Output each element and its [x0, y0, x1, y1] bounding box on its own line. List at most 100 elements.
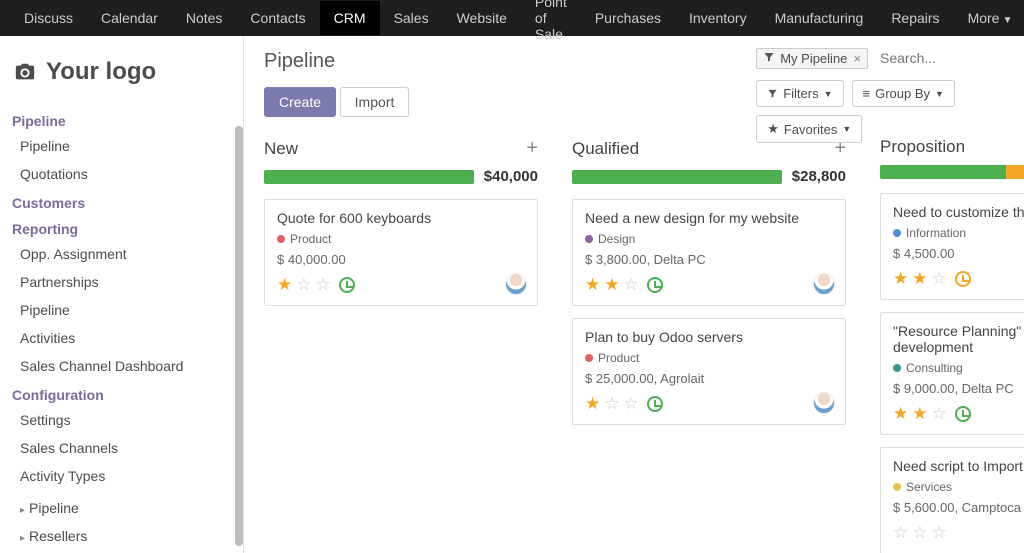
- avatar[interactable]: [813, 392, 835, 414]
- nav-discuss[interactable]: Discuss: [10, 1, 87, 35]
- priority-star[interactable]: ☆: [932, 523, 947, 543]
- priority-star[interactable]: ★: [585, 394, 600, 414]
- sidebar-item-quotations[interactable]: Quotations: [10, 160, 234, 188]
- activity-clock-icon[interactable]: [955, 271, 971, 287]
- tag-label: Product: [290, 232, 331, 246]
- sidebar-header-pipeline[interactable]: Pipeline: [10, 110, 234, 132]
- filters-button[interactable]: Filters ▼: [756, 80, 843, 107]
- sidebar-header-customers[interactable]: Customers: [10, 192, 234, 214]
- sidebar-item-activities[interactable]: Activities: [10, 324, 234, 352]
- activity-clock-icon[interactable]: [955, 406, 971, 422]
- nav-repairs[interactable]: Repairs: [877, 1, 953, 35]
- column-total: $40,000: [484, 168, 538, 185]
- sidebar-item-resellers[interactable]: Resellers: [10, 522, 234, 550]
- sidebar-item-settings[interactable]: Settings: [10, 406, 234, 434]
- groupby-button[interactable]: ≡ Group By ▼: [852, 80, 955, 107]
- create-button[interactable]: Create: [264, 87, 336, 117]
- card-title: Need to customize the: [893, 204, 1024, 220]
- close-icon[interactable]: ×: [853, 51, 861, 66]
- tag-label: Product: [598, 351, 639, 365]
- funnel-icon: [767, 88, 778, 99]
- sidebar-header-configuration[interactable]: Configuration: [10, 384, 234, 406]
- kanban-card[interactable]: Quote for 600 keyboardsProduct$ 40,000.0…: [264, 199, 538, 306]
- activity-clock-icon[interactable]: [339, 277, 355, 293]
- search-bar[interactable]: My Pipeline ×: [756, 46, 1024, 70]
- card-tag: Consulting: [893, 361, 1024, 375]
- priority-star[interactable]: ★: [277, 275, 292, 295]
- sidebar-header-reporting[interactable]: Reporting: [10, 218, 234, 240]
- sidebar-item-pipeline[interactable]: Pipeline: [10, 296, 234, 324]
- priority-star[interactable]: ★: [893, 404, 908, 424]
- priority-star[interactable]: ☆: [932, 404, 947, 424]
- kanban-column-proposition: PropositionNeed to customize theInformat…: [880, 137, 1024, 553]
- tag-label: Information: [906, 226, 966, 240]
- card-subtitle: $ 40,000.00: [277, 252, 525, 267]
- tag-dot-icon: [585, 235, 593, 243]
- card-tag: Product: [277, 232, 525, 246]
- priority-star[interactable]: ★: [912, 404, 927, 424]
- card-subtitle: $ 5,600.00, Camptoca: [893, 500, 1024, 515]
- import-button[interactable]: Import: [340, 87, 410, 117]
- nav-more[interactable]: More▼: [954, 1, 1024, 35]
- chevron-down-icon: ▼: [1002, 15, 1012, 26]
- sidebar-item-pipeline[interactable]: Pipeline: [10, 494, 234, 522]
- priority-star[interactable]: ★: [912, 269, 927, 289]
- sidebar-item-sales-channels[interactable]: Sales Channels: [10, 434, 234, 462]
- card-footer: ★☆☆: [585, 394, 833, 414]
- priority-star[interactable]: ☆: [604, 394, 619, 414]
- priority-star[interactable]: ☆: [932, 269, 947, 289]
- favorites-button[interactable]: ★ Favorites ▼: [756, 115, 862, 143]
- card-subtitle: $ 25,000.00, Agrolait: [585, 371, 833, 386]
- nav-inventory[interactable]: Inventory: [675, 1, 761, 35]
- add-card-button[interactable]: +: [526, 137, 538, 160]
- card-subtitle: $ 4,500.00: [893, 246, 1024, 261]
- kanban-board: New+$40,000Quote for 600 keyboardsProduc…: [264, 137, 1024, 553]
- sidebar-scrollbar[interactable]: [235, 126, 243, 546]
- tag-label: Design: [598, 232, 635, 246]
- avatar[interactable]: [813, 273, 835, 295]
- filters-label: Filters: [783, 86, 818, 101]
- column-total: $28,800: [792, 168, 846, 185]
- nav-crm[interactable]: CRM: [320, 1, 380, 35]
- kanban-card[interactable]: Need a new design for my websiteDesign$ …: [572, 199, 846, 306]
- priority-star[interactable]: ☆: [624, 394, 639, 414]
- nav-notes[interactable]: Notes: [172, 1, 237, 35]
- column-title: Qualified: [572, 139, 639, 159]
- activity-clock-icon[interactable]: [647, 396, 663, 412]
- priority-star[interactable]: ☆: [624, 275, 639, 295]
- priority-star[interactable]: ★: [893, 269, 908, 289]
- kanban-column-new: New+$40,000Quote for 600 keyboardsProduc…: [264, 137, 538, 553]
- priority-star[interactable]: ☆: [912, 523, 927, 543]
- nav-website[interactable]: Website: [443, 1, 521, 35]
- sidebar-item-pipeline[interactable]: Pipeline: [10, 132, 234, 160]
- nav-calendar[interactable]: Calendar: [87, 1, 172, 35]
- sidebar-item-opp-assignment[interactable]: Opp. Assignment: [10, 240, 234, 268]
- nav-purchases[interactable]: Purchases: [581, 1, 675, 35]
- favorites-label: Favorites: [784, 122, 837, 137]
- activity-clock-icon[interactable]: [647, 277, 663, 293]
- priority-star[interactable]: ★: [604, 275, 619, 295]
- sidebar-item-activity-types[interactable]: Activity Types: [10, 462, 234, 490]
- card-footer: ★★☆: [585, 275, 833, 295]
- sidebar-item-sales-channel-dashboard[interactable]: Sales Channel Dashboard: [10, 352, 234, 380]
- kanban-card[interactable]: "Resource Planning" p development Consult…: [880, 312, 1024, 435]
- priority-star[interactable]: ☆: [893, 523, 908, 543]
- kanban-card[interactable]: Need to customize the Information $ 4,500.…: [880, 193, 1024, 300]
- priority-star[interactable]: ☆: [296, 275, 311, 295]
- column-progress-bar: [572, 170, 782, 184]
- sidebar-item-partnerships[interactable]: Partnerships: [10, 268, 234, 296]
- nav-manufacturing[interactable]: Manufacturing: [761, 1, 878, 35]
- card-title: "Resource Planning" p development: [893, 323, 1024, 355]
- avatar[interactable]: [505, 273, 527, 295]
- search-input[interactable]: [874, 46, 1024, 70]
- kanban-card[interactable]: Plan to buy Odoo serversProduct$ 25,000.…: [572, 318, 846, 425]
- tag-dot-icon: [585, 354, 593, 362]
- nav-sales[interactable]: Sales: [380, 1, 443, 35]
- search-facet[interactable]: My Pipeline ×: [756, 48, 868, 69]
- priority-star[interactable]: ★: [585, 275, 600, 295]
- card-subtitle: $ 3,800.00, Delta PC: [585, 252, 833, 267]
- card-subtitle: $ 9,000.00, Delta PC: [893, 381, 1024, 396]
- nav-contacts[interactable]: Contacts: [236, 1, 319, 35]
- kanban-card[interactable]: Need script to Import eServices$ 5,600.0…: [880, 447, 1024, 553]
- priority-star[interactable]: ☆: [316, 275, 331, 295]
